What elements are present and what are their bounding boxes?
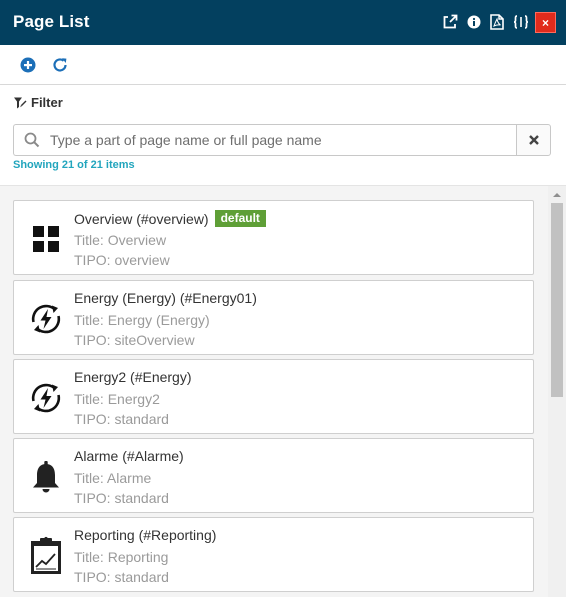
- close-button[interactable]: ×: [535, 12, 556, 33]
- page-title: Title: Energy (Energy): [74, 312, 210, 328]
- external-link-icon[interactable]: [440, 12, 460, 32]
- page-title: Title: Alarme: [74, 470, 152, 486]
- bell-icon: [27, 458, 65, 496]
- grid-icon: [27, 220, 65, 258]
- clear-search-button[interactable]: [516, 124, 551, 156]
- window-title: Page List: [13, 12, 90, 31]
- info-icon[interactable]: [464, 12, 484, 32]
- search-input[interactable]: [50, 130, 510, 150]
- page-list-item[interactable]: Overview (#overview) default Title: Over…: [13, 200, 534, 275]
- filter-panel: Filter Showing 21 of 21 items: [0, 85, 566, 186]
- energy-cycle-icon: [27, 379, 65, 417]
- page-name: Reporting (#Reporting): [74, 527, 217, 543]
- page-title: Title: Energy2: [74, 391, 160, 407]
- header-bar: Page List ×: [0, 0, 566, 45]
- filter-label: Filter: [31, 95, 63, 110]
- default-badge: default: [214, 210, 266, 227]
- code-brackets-icon[interactable]: [511, 12, 531, 32]
- page-list: Overview (#overview) default Title: Over…: [0, 186, 566, 597]
- search-icon: [24, 132, 40, 153]
- filter-toggle[interactable]: Filter: [13, 95, 63, 110]
- page-list-item[interactable]: Alarme (#Alarme) Title: Alarme TIPO: sta…: [13, 438, 534, 513]
- page-list-item[interactable]: Energy (Energy) (#Energy01) Title: Energ…: [13, 280, 534, 355]
- add-page-button[interactable]: [19, 56, 37, 74]
- energy-cycle-icon: [27, 300, 65, 338]
- search-field: [13, 124, 516, 156]
- page-list-item[interactable]: Reporting (#Reporting) Title: Reporting …: [13, 517, 534, 592]
- page-list-item[interactable]: Energy2 (#Energy) Title: Energy2 TIPO: s…: [13, 359, 534, 434]
- close-icon: ×: [541, 15, 549, 30]
- page-type: TIPO: standard: [74, 490, 169, 506]
- filter-icon: [14, 97, 27, 108]
- page-type: TIPO: overview: [74, 252, 170, 268]
- refresh-icon: [53, 58, 67, 72]
- toolbar: [0, 45, 566, 85]
- refresh-button[interactable]: [51, 56, 69, 74]
- page-type: TIPO: siteOverview: [74, 332, 195, 348]
- item-count: Showing 21 of 21 items: [13, 159, 135, 171]
- report-clipboard-icon: [27, 536, 65, 575]
- plus-circle-icon: [20, 57, 36, 73]
- clear-icon: [528, 135, 539, 145]
- scroll-thumb[interactable]: [551, 203, 563, 397]
- page-title: Title: Reporting: [74, 549, 169, 565]
- page-list-window: Page List × Filter Type a part of page n…: [0, 0, 566, 597]
- page-type: TIPO: standard: [74, 411, 169, 427]
- page-name: Energy2 (#Energy): [74, 369, 192, 385]
- page-type: TIPO: standard: [74, 569, 169, 585]
- page-title: Title: Overview: [74, 232, 167, 248]
- scroll-up-arrow-icon[interactable]: [548, 186, 566, 203]
- page-name: Energy (Energy) (#Energy01): [74, 290, 257, 306]
- page-name: Alarme (#Alarme): [74, 448, 184, 464]
- list-scrollbar[interactable]: [548, 186, 566, 597]
- pdf-icon[interactable]: [487, 12, 507, 32]
- page-name: Overview (#overview) default: [74, 210, 266, 227]
